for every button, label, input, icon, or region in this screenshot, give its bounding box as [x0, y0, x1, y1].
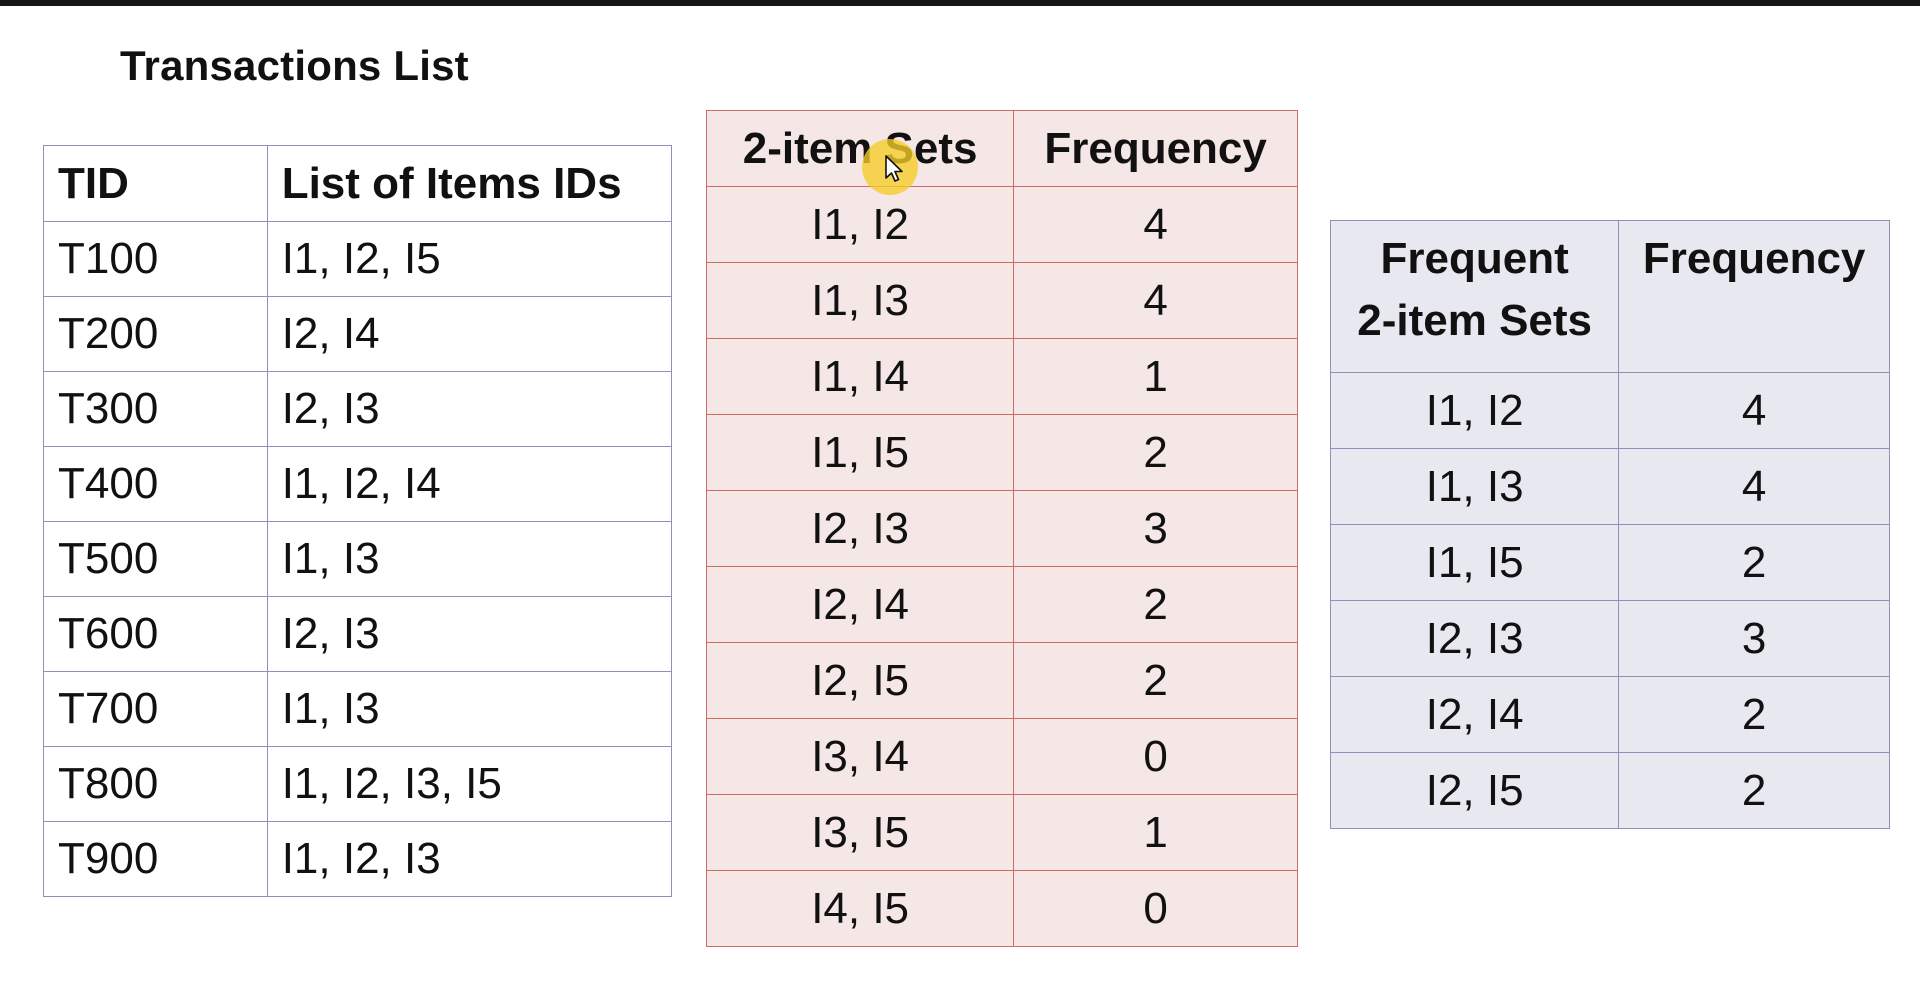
table-row: T300 I2, I3 — [43, 371, 673, 447]
table-row: I2, I3 3 — [705, 490, 1298, 567]
table-row: I1, I2 4 — [1329, 372, 1890, 449]
transactions-table: TID List of Items IDs T100 I1, I2, I5 T20… — [43, 145, 673, 897]
frequency-cell: 4 — [1618, 372, 1890, 449]
table-row: I1, I5 2 — [705, 414, 1298, 491]
table-row: I3, I4 0 — [705, 718, 1298, 795]
items-cell: I2, I3 — [266, 371, 673, 447]
frequency-cell: 3 — [1013, 490, 1298, 567]
table-row: T200 I2, I4 — [43, 296, 673, 372]
tid-cell: T500 — [43, 521, 268, 597]
items-cell: I2, I3 — [266, 596, 673, 672]
itemset-cell: I1, I3 — [1329, 448, 1620, 525]
header-items: List of Items IDs — [266, 145, 673, 222]
itemset-cell: I1, I3 — [705, 262, 1015, 339]
frequency-cell: 1 — [1013, 338, 1298, 415]
frequency-cell: 2 — [1013, 566, 1298, 643]
table-row: I2, I4 2 — [705, 566, 1298, 643]
header-frequent-2-item-sets: Frequent 2-item Sets — [1329, 220, 1620, 373]
frequency-cell: 3 — [1618, 600, 1890, 677]
frequency-cell: 2 — [1618, 752, 1890, 829]
tid-cell: T700 — [43, 671, 268, 747]
items-cell: I1, I2, I4 — [266, 446, 673, 522]
itemset-cell: I2, I4 — [705, 566, 1015, 643]
top-bar — [0, 0, 1920, 6]
tid-cell: T600 — [43, 596, 268, 672]
table-row: I2, I3 3 — [1329, 600, 1890, 677]
frequency-cell: 1 — [1013, 794, 1298, 871]
table-row: T600 I2, I3 — [43, 596, 673, 672]
frequency-cell: 2 — [1013, 642, 1298, 719]
itemset-cell: I3, I4 — [705, 718, 1015, 795]
table-row: T400 I1, I2, I4 — [43, 446, 673, 522]
table-row: I3, I5 1 — [705, 794, 1298, 871]
items-cell: I1, I3 — [266, 521, 673, 597]
frequency-cell: 4 — [1013, 186, 1298, 263]
tid-cell: T300 — [43, 371, 268, 447]
frequency-cell: 0 — [1013, 718, 1298, 795]
frequency-cell: 2 — [1618, 524, 1890, 601]
frequency-cell: 0 — [1013, 870, 1298, 947]
itemset-cell: I2, I3 — [705, 490, 1015, 567]
table-row: T100 I1, I2, I5 — [43, 221, 673, 297]
itemset-cell: I2, I4 — [1329, 676, 1620, 753]
frequency-cell: 4 — [1618, 448, 1890, 525]
frequency-cell: 2 — [1013, 414, 1298, 491]
table-row: I2, I5 2 — [1329, 752, 1890, 829]
table-row: T800 I1, I2, I3, I5 — [43, 746, 673, 822]
candidate-header-row: 2-item Sets Frequency — [705, 110, 1298, 187]
table-row: I1, I3 4 — [705, 262, 1298, 339]
tid-cell: T800 — [43, 746, 268, 822]
itemset-cell: I1, I4 — [705, 338, 1015, 415]
arrow-cursor-icon — [885, 155, 903, 182]
itemset-cell: I1, I5 — [1329, 524, 1620, 601]
table-row: T500 I1, I3 — [43, 521, 673, 597]
itemset-cell: I4, I5 — [705, 870, 1015, 947]
table-row: T700 I1, I3 — [43, 671, 673, 747]
transactions-header-row: TID List of Items IDs — [43, 145, 673, 222]
frequency-cell: 2 — [1618, 676, 1890, 753]
itemset-cell: I2, I5 — [705, 642, 1015, 719]
frequency-cell: 4 — [1013, 262, 1298, 339]
items-cell: I2, I4 — [266, 296, 673, 372]
header-2-item-sets: 2-item Sets — [705, 110, 1015, 187]
frequent-header-row: Frequent 2-item Sets Frequency — [1329, 220, 1890, 373]
table-row: I1, I4 1 — [705, 338, 1298, 415]
items-cell: I1, I2, I5 — [266, 221, 673, 297]
tid-cell: T200 — [43, 296, 268, 372]
tid-cell: T100 — [43, 221, 268, 297]
frequent-itemsets-table: Frequent 2-item Sets Frequency I1, I2 4 I… — [1329, 220, 1890, 829]
header-tid: TID — [43, 145, 268, 222]
itemset-cell: I3, I5 — [705, 794, 1015, 871]
items-cell: I1, I2, I3, I5 — [266, 746, 673, 822]
table-row: T900 I1, I2, I3 — [43, 821, 673, 897]
transactions-title: Transactions List — [120, 42, 469, 89]
table-row: I2, I5 2 — [705, 642, 1298, 719]
table-row: I4, I5 0 — [705, 870, 1298, 947]
header-frequent-line2: 2-item Sets — [1357, 296, 1593, 345]
table-row: I2, I4 2 — [1329, 676, 1890, 753]
header-frequency: Frequency — [1013, 110, 1298, 187]
itemset-cell: I1, I2 — [705, 186, 1015, 263]
itemset-cell: I1, I5 — [705, 414, 1015, 491]
itemset-cell: I2, I5 — [1329, 752, 1620, 829]
items-cell: I1, I3 — [266, 671, 673, 747]
header-frequency: Frequency — [1618, 220, 1890, 373]
table-row: I1, I3 4 — [1329, 448, 1890, 525]
candidate-itemsets-table: 2-item Sets Frequency I1, I2 4 I1, I3 4 I1… — [705, 110, 1298, 947]
tid-cell: T900 — [43, 821, 268, 897]
table-row: I1, I2 4 — [705, 186, 1298, 263]
table-row: I1, I5 2 — [1329, 524, 1890, 601]
header-frequency-label: Frequency — [1642, 234, 1866, 283]
tid-cell: T400 — [43, 446, 268, 522]
itemset-cell: I1, I2 — [1329, 372, 1620, 449]
items-cell: I1, I2, I3 — [266, 821, 673, 897]
itemset-cell: I2, I3 — [1329, 600, 1620, 677]
